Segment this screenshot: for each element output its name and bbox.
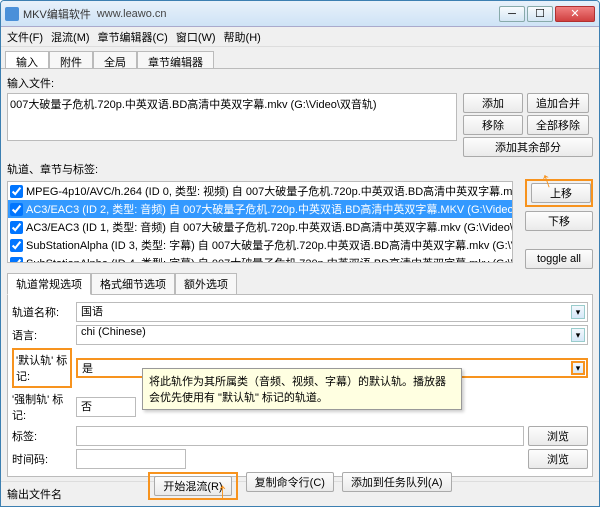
language-select[interactable]: chi (Chinese) xyxy=(76,325,588,345)
chevron-down-icon[interactable]: ▾ xyxy=(571,328,585,342)
move-up-button[interactable]: 上移 xyxy=(531,183,591,203)
track-text: AC3/EAC3 (ID 1, 类型: 音频) 自 007大破量子危机.720p… xyxy=(26,219,512,235)
main-tabs: 输入 附件 全局 章节编辑器 xyxy=(1,47,599,69)
menu-file[interactable]: 文件(F) xyxy=(7,29,43,44)
app-icon xyxy=(5,7,19,21)
titlebar: MKV编辑软件 www.leawo.cn ─ ☐ ✕ xyxy=(1,1,599,27)
track-row[interactable]: MPEG-4p10/AVC/h.264 (ID 0, 类型: 视频) 自 007… xyxy=(8,182,512,200)
menu-window[interactable]: 窗口(W) xyxy=(176,29,216,44)
add-queue-button[interactable]: 添加到任务队列(A) xyxy=(342,472,452,492)
annotation-arrow-icon: ↑ xyxy=(217,478,228,504)
copy-cli-button[interactable]: 复制命令行(C) xyxy=(246,472,334,492)
maximize-button[interactable]: ☐ xyxy=(527,6,553,22)
toggle-all-button[interactable]: toggle all xyxy=(525,249,593,269)
tab-extra-options[interactable]: 额外选项 xyxy=(175,273,237,295)
tab-global[interactable]: 全局 xyxy=(93,51,137,68)
menu-mux[interactable]: 混流(M) xyxy=(51,29,90,44)
tab-format-options[interactable]: 格式细节选项 xyxy=(91,273,175,295)
remove-button[interactable]: 移除 xyxy=(463,115,523,135)
add-button[interactable]: 添加 xyxy=(463,93,523,113)
tags-label: 标签: xyxy=(12,428,72,444)
tags-input[interactable] xyxy=(76,426,524,446)
tab-attachments[interactable]: 附件 xyxy=(49,51,93,68)
track-checkbox[interactable] xyxy=(10,221,23,234)
forced-track-label: '强制轨' 标记: xyxy=(12,391,72,423)
track-row[interactable]: AC3/EAC3 (ID 2, 类型: 音频) 自 007大破量子危机.720p… xyxy=(8,200,512,218)
app-title: MKV编辑软件 xyxy=(23,6,91,22)
track-options-form: 轨道名称: 国语▾ 语言: chi (Chinese)▾ '默认轨' 标记: 是… xyxy=(7,294,593,477)
browse-timecode-button[interactable]: 浏览 xyxy=(528,449,588,469)
chevron-down-icon[interactable]: ▾ xyxy=(571,305,585,319)
track-row[interactable]: AC3/EAC3 (ID 1, 类型: 音频) 自 007大破量子危机.720p… xyxy=(8,218,512,236)
tooltip: 将此轨作为其所属类（音频、视频、字幕）的默认轨。播放器会优先使用有 "默认轨" … xyxy=(142,368,462,410)
menu-chapter[interactable]: 章节编辑器(C) xyxy=(98,29,168,44)
chevron-down-icon[interactable]: ▾ xyxy=(571,361,585,375)
bottom-toolbar: 开始混流(R) 复制命令行(C) 添加到任务队列(A) xyxy=(1,472,599,500)
tracks-label: 轨道、章节与标签: xyxy=(7,161,593,177)
tracks-list[interactable]: MPEG-4p10/AVC/h.264 (ID 0, 类型: 视频) 自 007… xyxy=(7,181,513,263)
track-text: MPEG-4p10/AVC/h.264 (ID 0, 类型: 视频) 自 007… xyxy=(26,183,512,199)
track-checkbox[interactable] xyxy=(10,203,23,216)
forced-track-select[interactable]: 否 xyxy=(76,397,136,417)
track-row[interactable]: SubStationAlpha (ID 4, 类型: 字幕) 自 007大破量子… xyxy=(8,254,512,263)
close-button[interactable]: ✕ xyxy=(555,6,595,22)
track-text: SubStationAlpha (ID 3, 类型: 字幕) 自 007大破量子… xyxy=(26,237,512,253)
track-checkbox[interactable] xyxy=(10,185,23,198)
trackname-label: 轨道名称: xyxy=(12,304,72,320)
timecode-input[interactable] xyxy=(76,449,186,469)
add-merge-button[interactable]: 追加合并 xyxy=(527,93,589,113)
menu-help[interactable]: 帮助(H) xyxy=(224,29,261,44)
tab-input[interactable]: 输入 xyxy=(5,51,49,68)
remove-all-button[interactable]: 全部移除 xyxy=(527,115,589,135)
browse-tags-button[interactable]: 浏览 xyxy=(528,426,588,446)
input-file-item[interactable]: 007大破量子危机.720p.中英双语.BD高清中英双字幕.mkv (G:\Vi… xyxy=(10,96,454,112)
track-checkbox[interactable] xyxy=(10,257,23,264)
track-text: SubStationAlpha (ID 4, 类型: 字幕) 自 007大破量子… xyxy=(26,255,512,263)
tab-chapter-editor[interactable]: 章节编辑器 xyxy=(137,51,214,68)
move-down-button[interactable]: 下移 xyxy=(525,211,593,231)
track-checkbox[interactable] xyxy=(10,239,23,252)
track-text: AC3/EAC3 (ID 2, 类型: 音频) 自 007大破量子危机.720p… xyxy=(26,201,512,217)
track-option-tabs: 轨道常规选项 格式细节选项 额外选项 xyxy=(7,269,593,295)
default-track-label: '默认轨' 标记: xyxy=(12,348,72,388)
menubar: 文件(F) 混流(M) 章节编辑器(C) 窗口(W) 帮助(H) xyxy=(1,27,599,47)
language-label: 语言: xyxy=(12,327,72,343)
tab-general-options[interactable]: 轨道常规选项 xyxy=(7,273,91,295)
input-files-list[interactable]: 007大破量子危机.720p.中英双语.BD高清中英双字幕.mkv (G:\Vi… xyxy=(7,93,457,141)
trackname-input[interactable]: 国语 xyxy=(76,302,588,322)
track-row[interactable]: SubStationAlpha (ID 3, 类型: 字幕) 自 007大破量子… xyxy=(8,236,512,254)
add-rest-button[interactable]: 添加其余部分 xyxy=(463,137,593,157)
title-url: www.leawo.cn xyxy=(97,8,167,20)
timecode-label: 时间码: xyxy=(12,451,72,467)
input-files-label: 输入文件: xyxy=(7,75,593,91)
minimize-button[interactable]: ─ xyxy=(499,6,525,22)
